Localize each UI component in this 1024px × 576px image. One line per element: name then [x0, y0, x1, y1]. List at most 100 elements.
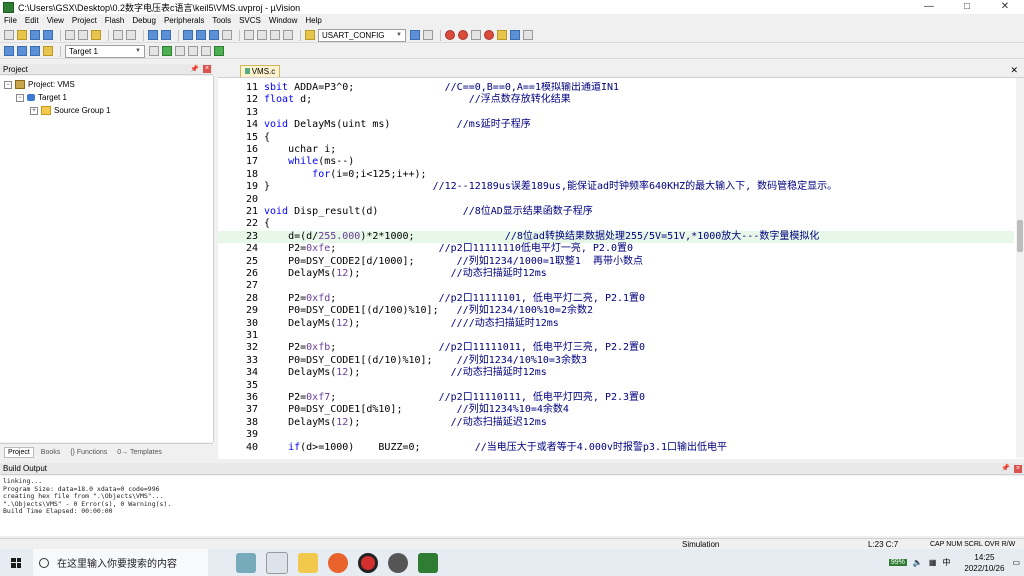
tab-templates[interactable]: 0→ Templates — [114, 448, 165, 457]
paste-icon[interactable] — [91, 30, 101, 40]
code-line[interactable]: 39 — [218, 429, 1014, 441]
breakpoint-kill-icon[interactable] — [484, 30, 494, 40]
menu-svcs[interactable]: SVCS — [239, 16, 261, 25]
configure-icon[interactable] — [523, 30, 533, 40]
pin-icon[interactable]: 📌 — [1001, 463, 1010, 475]
config-combo[interactable]: USART_CONFIG ▼ — [318, 28, 406, 42]
windows-start-icon[interactable] — [11, 557, 21, 568]
tree-item-target[interactable]: − Target 1 — [16, 93, 67, 102]
collapse-icon[interactable]: − — [16, 93, 24, 102]
find-icon[interactable] — [410, 30, 420, 40]
menu-tools[interactable]: Tools — [212, 16, 231, 25]
input-language[interactable]: 中 — [942, 557, 950, 568]
comment-icon[interactable] — [270, 30, 280, 40]
build-icon[interactable] — [17, 46, 27, 56]
speaker-icon[interactable]: 🔈 — [913, 558, 923, 567]
code-line[interactable]: 33 P0=DSY_CODE1[(d/10)%10]; //列如1234/10%… — [218, 355, 1014, 367]
code-line[interactable]: 29 P0=DSY_CODE1[(d/100)%10]; //列如1234/10… — [218, 305, 1014, 317]
code-line[interactable]: 36 P2=0xf7; //p2口11110111, 低电平灯四亮, P2.3置… — [218, 392, 1014, 404]
menu-view[interactable]: View — [47, 16, 64, 25]
close-button[interactable]: ✕ — [986, 0, 1024, 14]
cut-icon[interactable] — [65, 30, 75, 40]
menu-project[interactable]: Project — [72, 16, 97, 25]
debug-start-icon[interactable] — [445, 30, 455, 40]
menu-help[interactable]: Help — [305, 16, 321, 25]
code-line[interactable]: 21 void Disp_result(d) //8位AD显示结果函数子程序 — [218, 206, 1014, 218]
unindent-icon[interactable] — [257, 30, 267, 40]
pack-installer-icon[interactable] — [188, 46, 198, 56]
save-all-icon[interactable] — [43, 30, 53, 40]
code-line[interactable]: 26 DelayMs(12); //动态扫描延时12ms — [218, 268, 1014, 280]
code-line[interactable]: 24 P2=0xfe; //p2口11111110低电平灯一亮, P2.0置0 — [218, 243, 1014, 255]
nav-forward-icon[interactable] — [161, 30, 171, 40]
firefox-icon[interactable] — [328, 552, 348, 573]
pin-icon[interactable]: 📌 — [190, 64, 199, 75]
network-icon[interactable]: ▦ — [929, 558, 937, 567]
tree-item-source-group[interactable]: + Source Group 1 — [30, 106, 110, 115]
code-line[interactable]: 14 void DelayMs(uint ms) //ms延时子程序 — [218, 119, 1014, 131]
minimize-button[interactable]: — — [910, 0, 948, 14]
close-icon[interactable]: ✕ — [1010, 65, 1018, 76]
menu-edit[interactable]: Edit — [25, 16, 39, 25]
editor-scrollbar[interactable] — [1016, 78, 1024, 458]
find-in-files-icon[interactable] — [305, 30, 315, 40]
code-area[interactable]: 11 sbit ADDA=P3^0; //C==0,B==0,A==1模拟输出通道… — [218, 82, 1014, 458]
scrollbar-thumb[interactable] — [1017, 220, 1023, 252]
tree-item-project[interactable]: − Project: VMS — [4, 80, 75, 89]
recorder-icon[interactable] — [358, 552, 378, 573]
code-line[interactable]: 28 P2=0xfd; //p2口11111101, 低电平灯二亮, P2.1置… — [218, 293, 1014, 305]
bookmark-prev-icon[interactable] — [196, 30, 206, 40]
code-line[interactable]: 31 — [218, 330, 1014, 342]
window-layout-icon[interactable] — [497, 30, 507, 40]
code-line[interactable]: 40 if(d>=1000) BUZZ=0; //当电压大于或者等于4.000v… — [218, 442, 1014, 454]
breakpoint-icon[interactable] — [458, 30, 468, 40]
bookmark-icon[interactable] — [183, 30, 193, 40]
menu-debug[interactable]: Debug — [132, 16, 156, 25]
code-line[interactable]: 37 P0=DSY_CODE1[d%10]; //列如1234%10=4余数4 — [218, 404, 1014, 416]
close-icon[interactable]: × — [1014, 465, 1022, 473]
code-line[interactable]: 13 — [218, 107, 1014, 119]
code-line[interactable]: 25 P0=DSY_CODE2[d/1000]; //列如1234/1000=1… — [218, 256, 1014, 268]
notification-icon[interactable]: ▭ — [1012, 558, 1020, 567]
taskbar-search-box[interactable]: 在这里输入你要搜索的内容 — [33, 549, 208, 576]
code-line[interactable]: 34 DelayMs(12); //动态扫描延时12ms — [218, 367, 1014, 379]
media-app-icon[interactable] — [388, 552, 408, 573]
build-output-log[interactable]: linking... Program Size: data=18.0 xdata… — [0, 476, 1024, 536]
file-explorer-icon[interactable] — [298, 552, 318, 573]
tab-project[interactable]: Project — [4, 446, 34, 458]
code-line[interactable]: 15 { — [218, 132, 1014, 144]
keil-uvision-icon[interactable] — [418, 552, 438, 573]
save-icon[interactable] — [30, 30, 40, 40]
code-line[interactable]: 19} //12--12189us误差189us,能保证ad时钟频率640KHZ… — [218, 181, 1014, 193]
menu-peripherals[interactable]: Peripherals — [164, 16, 204, 25]
bookmark-clear-icon[interactable] — [222, 30, 232, 40]
task-view-icon[interactable] — [266, 551, 288, 574]
target-combo[interactable]: Target 1 ▼ — [65, 44, 145, 58]
code-line[interactable]: 20 — [218, 194, 1014, 206]
code-line[interactable]: 35 — [218, 380, 1014, 392]
code-line[interactable]: 22 { — [218, 218, 1014, 230]
manage-project-icon[interactable] — [162, 46, 172, 56]
menu-flash[interactable]: Flash — [105, 16, 125, 25]
code-line[interactable]: 17 while(ms--) — [218, 156, 1014, 168]
target-options-icon[interactable] — [149, 46, 159, 56]
view-options-icon[interactable] — [510, 30, 520, 40]
code-line[interactable]: 11 sbit ADDA=P3^0; //C==0,B==0,A==1模拟输出通道… — [218, 82, 1014, 94]
redo-icon[interactable] — [126, 30, 136, 40]
undo-icon[interactable] — [113, 30, 123, 40]
run-time-env-icon[interactable] — [201, 46, 211, 56]
code-line[interactable]: 23 d=(d/255.000)*2*1000; //8位ad转换结果数据处理2… — [218, 230, 1014, 244]
menu-file[interactable]: File — [4, 16, 17, 25]
code-line[interactable]: 32 P2=0xfb; //p2口11111011, 低电平灯三亮, P2.2置… — [218, 342, 1014, 354]
uncomment-icon[interactable] — [283, 30, 293, 40]
incremental-find-icon[interactable] — [423, 30, 433, 40]
rebuild-icon[interactable] — [30, 46, 40, 56]
new-file-icon[interactable] — [4, 30, 14, 40]
copy-icon[interactable] — [78, 30, 88, 40]
bookmark-next-icon[interactable] — [209, 30, 219, 40]
tab-functions[interactable]: {} Functions — [67, 448, 110, 457]
file-extensions-icon[interactable] — [175, 46, 185, 56]
open-file-icon[interactable] — [17, 30, 27, 40]
collapse-icon[interactable]: − — [4, 80, 12, 89]
clock[interactable]: 14:25 2022/10/26 — [964, 552, 1004, 574]
